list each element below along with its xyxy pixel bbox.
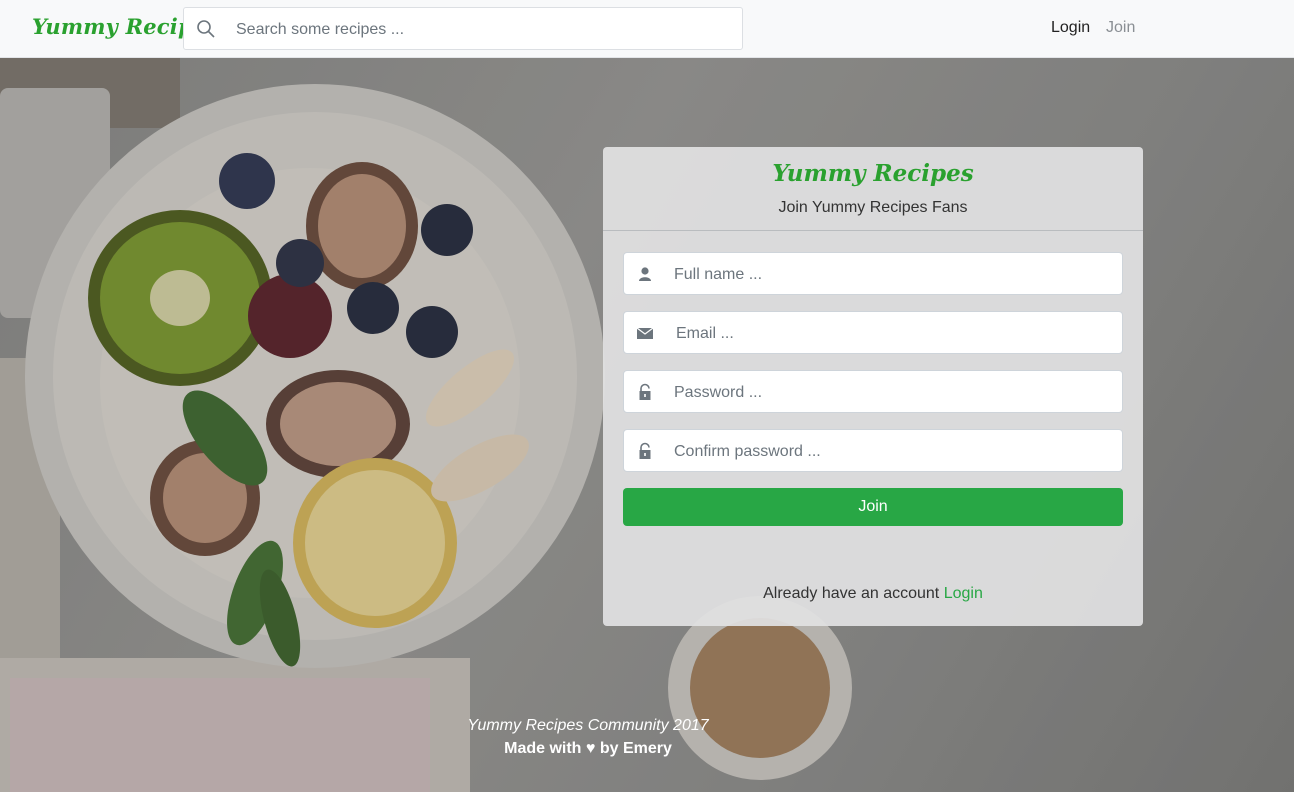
confirm-password-field[interactable] <box>623 429 1123 473</box>
user-icon <box>639 267 651 281</box>
password-input[interactable] <box>672 371 1106 414</box>
card-subtitle: Join Yummy Recipes Fans <box>778 199 968 216</box>
already-account-text: Already have an account Login <box>603 585 1143 603</box>
signup-card: Yummy Recipes Join Yummy Recipes Fans Fu… <box>603 147 1143 626</box>
footer: Yummy Recipes Community 2017 Made with ♥… <box>0 717 1176 758</box>
search-icon <box>197 20 215 38</box>
footer-community: Yummy Recipes Community 2017 <box>467 717 709 734</box>
search-box[interactable] <box>183 7 743 51</box>
search-input[interactable] <box>234 8 728 51</box>
fullname-input[interactable] <box>672 253 1106 296</box>
navbar: Yummy Recipes Login Join <box>0 0 1294 58</box>
card-header: Yummy Recipes Join Yummy Recipes Fans <box>603 147 1143 231</box>
card-title: Yummy Recipes <box>772 160 974 187</box>
fullname-field[interactable] <box>623 252 1123 296</box>
password-field[interactable] <box>623 370 1123 414</box>
lock-icon <box>639 383 651 400</box>
already-account-label: Already have an account <box>763 585 940 602</box>
email-input[interactable] <box>674 312 1108 355</box>
login-link[interactable]: Login <box>944 585 983 602</box>
lock-icon <box>639 442 651 459</box>
confirm-password-input[interactable] <box>672 430 1106 473</box>
email-field[interactable] <box>623 311 1123 355</box>
footer-credit: Made with ♥ by Emery <box>504 740 672 757</box>
nav-join-link[interactable]: Join <box>1106 19 1135 37</box>
join-button[interactable]: Join <box>623 488 1123 526</box>
envelope-icon <box>636 327 654 339</box>
nav-login-link[interactable]: Login <box>1051 19 1090 37</box>
